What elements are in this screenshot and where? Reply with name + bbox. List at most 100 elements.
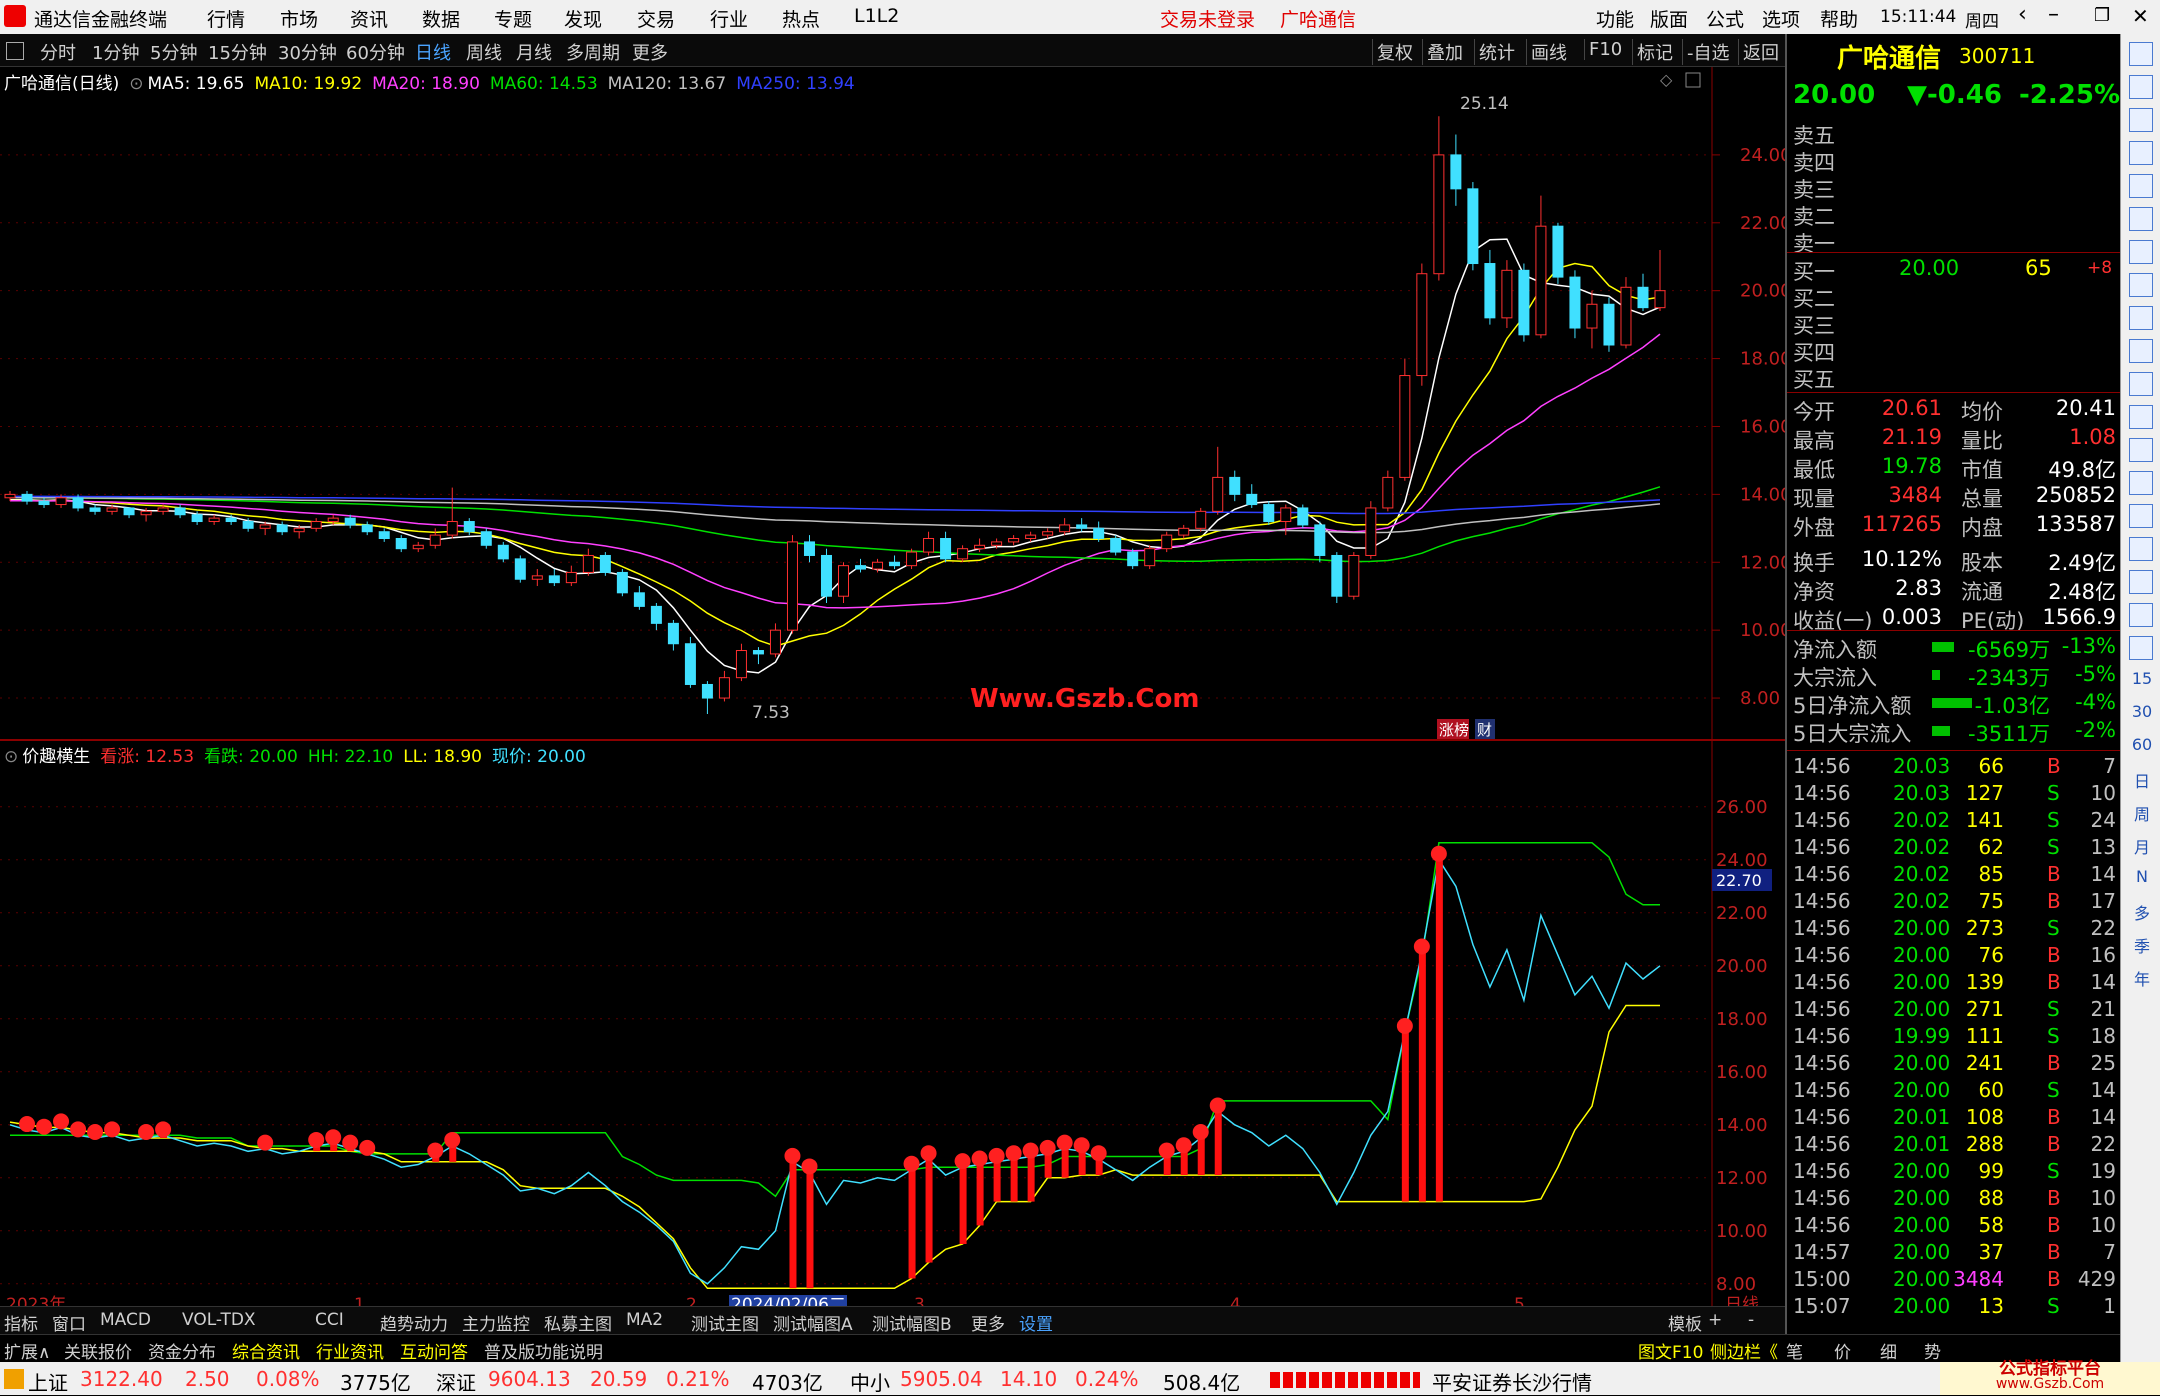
- candle-body[interactable]: [191, 514, 203, 523]
- side-fs-icon[interactable]: [2129, 570, 2153, 594]
- candle-body[interactable]: [1552, 225, 1564, 278]
- menu-item-0[interactable]: 行情: [207, 5, 245, 32]
- candle-body[interactable]: [872, 561, 884, 570]
- candle-body[interactable]: [327, 517, 339, 523]
- candle-body[interactable]: [1144, 548, 1156, 567]
- candle-body[interactable]: [310, 521, 322, 529]
- menu-item-3[interactable]: 数据: [422, 5, 460, 32]
- candle-body[interactable]: [89, 507, 101, 512]
- candle-body[interactable]: [616, 571, 628, 594]
- candle-body[interactable]: [1195, 510, 1207, 529]
- candle-body[interactable]: [1450, 154, 1462, 190]
- candle-body[interactable]: [1535, 225, 1547, 336]
- candle-body[interactable]: [599, 554, 611, 573]
- indicator-tab-9[interactable]: 测试主图: [691, 1310, 759, 1335]
- period-tab-6[interactable]: 日线: [415, 39, 451, 65]
- candle-body[interactable]: [1246, 493, 1258, 506]
- side-trend-icon[interactable]: [2129, 207, 2153, 231]
- right-tab-2[interactable]: 笔: [1786, 1338, 1803, 1363]
- side-chart-icon[interactable]: [2129, 141, 2153, 165]
- signal-marker-icon[interactable]: [971, 1150, 988, 1167]
- candle-body[interactable]: [463, 521, 475, 533]
- indicator-tab-5[interactable]: 趋势动力: [380, 1310, 448, 1335]
- side-top-icon[interactable]: [2129, 42, 2153, 66]
- indicator-tab-6[interactable]: 主力监控: [462, 1310, 530, 1335]
- candle-body[interactable]: [1467, 188, 1479, 265]
- template-button-0[interactable]: 模板: [1668, 1310, 1702, 1335]
- signal-marker-icon[interactable]: [53, 1113, 70, 1130]
- candle-body[interactable]: [55, 497, 67, 506]
- candle-body[interactable]: [906, 551, 918, 567]
- candle-body[interactable]: [769, 629, 781, 655]
- indicator-tab-13[interactable]: 设置: [1019, 1310, 1053, 1335]
- menu-right-item-2[interactable]: 公式: [1706, 5, 1744, 32]
- signal-marker-icon[interactable]: [19, 1116, 36, 1133]
- indicator-tab-8[interactable]: MA2: [626, 1310, 663, 1330]
- extension-tab-0[interactable]: 扩展∧: [4, 1338, 50, 1363]
- candle-body[interactable]: [225, 517, 237, 523]
- indicator-tab-12[interactable]: 更多: [971, 1310, 1005, 1335]
- signal-marker-icon[interactable]: [70, 1121, 87, 1138]
- candle-body[interactable]: [1603, 303, 1615, 346]
- signal-marker-icon[interactable]: [1073, 1137, 1090, 1154]
- signal-marker-icon[interactable]: [1158, 1142, 1175, 1159]
- candle-body[interactable]: [974, 544, 986, 550]
- chart-tool-3[interactable]: 画线: [1526, 39, 1567, 65]
- period-tab-9[interactable]: 多周期: [566, 39, 620, 65]
- indicator-tab-4[interactable]: CCI: [315, 1310, 344, 1330]
- side-doc-icon[interactable]: [2129, 273, 2153, 297]
- candle-body[interactable]: [1297, 507, 1309, 526]
- period-tab-1[interactable]: 1分钟: [92, 39, 139, 65]
- side-money-icon[interactable]: [2129, 240, 2153, 264]
- side-move-icon[interactable]: [2129, 504, 2153, 528]
- candle-body[interactable]: [1229, 476, 1241, 495]
- chart-tool-2[interactable]: 统计: [1474, 39, 1515, 65]
- candle-body[interactable]: [786, 541, 798, 631]
- extension-tab-1[interactable]: 关联报价: [64, 1338, 132, 1363]
- signal-marker-icon[interactable]: [1056, 1134, 1073, 1151]
- period-tab-10[interactable]: 更多: [632, 39, 668, 65]
- candle-body[interactable]: [446, 521, 458, 536]
- signal-marker-icon[interactable]: [1396, 1018, 1413, 1034]
- candle-body[interactable]: [1178, 527, 1190, 536]
- candle-body[interactable]: [1110, 538, 1122, 553]
- candle-body[interactable]: [497, 544, 509, 560]
- signal-marker-icon[interactable]: [87, 1124, 104, 1140]
- period-tab-2[interactable]: 5分钟: [150, 39, 197, 65]
- candle-body[interactable]: [1093, 527, 1105, 540]
- back-arrow-icon[interactable]: ‹: [2018, 2, 2027, 27]
- candle-body[interactable]: [667, 622, 679, 645]
- candle-body[interactable]: [1501, 269, 1513, 319]
- side-f10-icon[interactable]: [2129, 306, 2153, 330]
- side-rsi-icon[interactable]: [2129, 471, 2153, 495]
- signal-marker-icon[interactable]: [36, 1118, 53, 1135]
- menu-item-7[interactable]: 行业: [710, 5, 748, 32]
- candle-body[interactable]: [72, 497, 84, 509]
- candle-body[interactable]: [1365, 507, 1377, 556]
- indicator-tab-10[interactable]: 测试幅图A: [773, 1310, 853, 1335]
- signal-marker-icon[interactable]: [1192, 1124, 1209, 1140]
- signal-marker-icon[interactable]: [1413, 938, 1430, 955]
- indicator-tab-11[interactable]: 测试幅图B: [872, 1310, 952, 1335]
- side-f5-icon[interactable]: [2129, 636, 2153, 660]
- chart-diamond-icon[interactable]: ◇: [1660, 70, 1673, 89]
- status-icon[interactable]: [4, 1369, 24, 1389]
- close-icon[interactable]: ✕: [2132, 4, 2149, 28]
- right-tab-4[interactable]: 细: [1880, 1338, 1897, 1363]
- extension-tab-2[interactable]: 资金分布: [148, 1338, 216, 1363]
- side-60-button[interactable]: 60: [2129, 735, 2155, 754]
- signal-marker-icon[interactable]: [427, 1142, 444, 1159]
- side-dollar-icon[interactable]: [2129, 603, 2153, 627]
- period-tab-3[interactable]: 15分钟: [208, 39, 267, 65]
- signal-marker-icon[interactable]: [1039, 1139, 1056, 1156]
- menu-item-5[interactable]: 发现: [564, 5, 602, 32]
- candle-body[interactable]: [1416, 273, 1428, 377]
- menu-item-8[interactable]: 热点: [782, 5, 820, 32]
- menu-stock-name[interactable]: 广哈通信: [1280, 5, 1356, 32]
- stock-chart[interactable]: 8.00 10.00 12.00 14.00 16.00 18.00 20.00 22.00 2…: [0, 67, 1785, 1322]
- candle-body[interactable]: [1654, 290, 1666, 309]
- candle-body[interactable]: [1484, 263, 1496, 319]
- candle-body[interactable]: [514, 558, 526, 580]
- broker-name[interactable]: 平安证券长沙行情: [1432, 1367, 1592, 1396]
- right-tab-1[interactable]: 侧边栏《: [1710, 1338, 1778, 1363]
